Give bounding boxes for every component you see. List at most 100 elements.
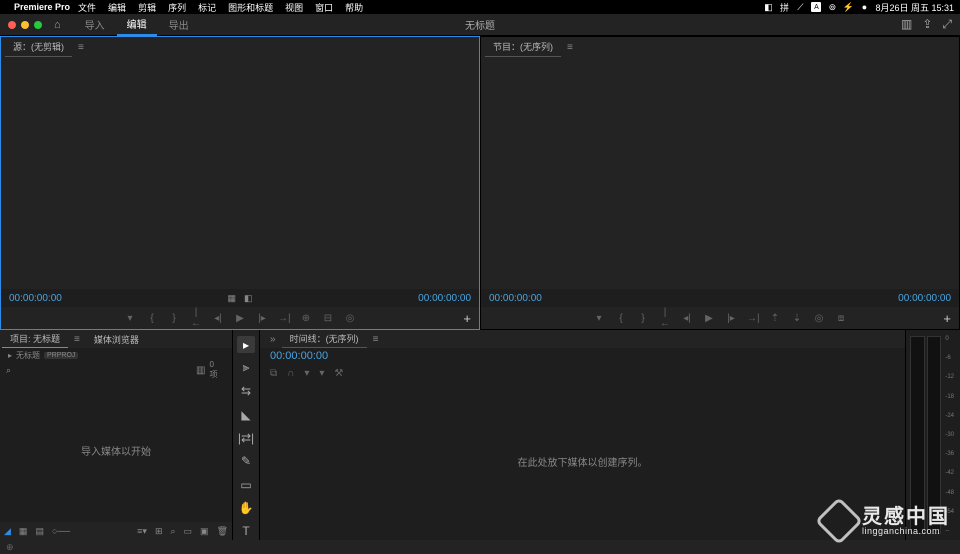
go-in-icon[interactable]: |← bbox=[659, 307, 671, 329]
program-tc-left[interactable]: 00:00:00:00 bbox=[489, 293, 542, 304]
go-in-icon[interactable]: |← bbox=[190, 307, 202, 329]
settings-icon[interactable]: ⚒ bbox=[334, 368, 343, 379]
pen-tool-icon[interactable]: ✎ bbox=[237, 453, 255, 470]
tab-edit[interactable]: 编辑 bbox=[117, 14, 157, 36]
source-tab[interactable]: 源：(无剪辑) bbox=[5, 37, 72, 57]
status-datetime[interactable]: 8月26日 周五 15:31 bbox=[875, 1, 954, 14]
fit-icon[interactable]: ▦ bbox=[227, 293, 236, 304]
tab-project[interactable]: 项目: 无标题 bbox=[2, 330, 68, 348]
new-bin-icon[interactable]: ▭ bbox=[184, 526, 193, 537]
close-window-icon[interactable] bbox=[8, 21, 16, 29]
add-marker-icon[interactable]: ▾ bbox=[593, 313, 605, 324]
play-icon[interactable]: ▶ bbox=[703, 313, 715, 324]
trash-icon[interactable]: 🗑 bbox=[217, 526, 228, 537]
home-icon[interactable]: ⌂ bbox=[54, 19, 61, 31]
link-icon[interactable]: ∩ bbox=[287, 368, 294, 379]
project-body[interactable]: 导入媒体以开始 bbox=[0, 378, 232, 522]
mark-out-icon[interactable]: } bbox=[168, 313, 180, 324]
step-back-icon[interactable]: ◂| bbox=[212, 313, 224, 324]
compare-icon[interactable]: ⧈ bbox=[835, 313, 847, 324]
bin-icon[interactable]: ▥ bbox=[196, 365, 205, 376]
menu-window[interactable]: 窗口 bbox=[315, 1, 333, 14]
track-select-tool-icon[interactable]: ⫸ bbox=[237, 359, 255, 376]
mark-out-icon[interactable]: } bbox=[637, 313, 649, 324]
meter-channel[interactable] bbox=[927, 336, 942, 534]
new-item-icon[interactable]: ▣ bbox=[200, 526, 209, 537]
lift-icon[interactable]: ⇡ bbox=[769, 313, 781, 324]
search-icon[interactable]: ⌕ bbox=[6, 365, 11, 376]
menu-sequence[interactable]: 序列 bbox=[168, 1, 186, 14]
icon-view-icon[interactable]: ▦ bbox=[19, 526, 28, 537]
mark-in-icon[interactable]: { bbox=[615, 313, 627, 324]
step-fwd-icon[interactable]: |▸ bbox=[256, 313, 268, 324]
add-marker-icon[interactable]: ▾ bbox=[124, 313, 136, 324]
mark-in-icon[interactable]: { bbox=[146, 313, 158, 324]
step-fwd-icon[interactable]: |▸ bbox=[725, 313, 737, 324]
snap-icon[interactable]: ⧉ bbox=[270, 368, 277, 379]
insert-icon[interactable]: ⊕ bbox=[300, 313, 312, 324]
source-tc-right[interactable]: 00:00:00:00 bbox=[418, 293, 471, 304]
zoom-window-icon[interactable] bbox=[34, 21, 42, 29]
source-canvas[interactable] bbox=[1, 57, 479, 289]
timeline-tc[interactable]: 00:00:00:00 bbox=[260, 348, 905, 364]
export-frame-icon[interactable]: ◎ bbox=[813, 313, 825, 324]
overwrite-icon[interactable]: ⊟ bbox=[322, 313, 334, 324]
timeline-body[interactable]: 在此处放下媒体以创建序列。 bbox=[260, 382, 905, 540]
chevron-down-icon[interactable]: ▾ bbox=[319, 368, 324, 379]
status-wifi-icon[interactable]: ⊚ bbox=[827, 2, 837, 12]
zoom-slider-icon[interactable]: ○── bbox=[52, 526, 70, 536]
menu-graphics[interactable]: 图形和标题 bbox=[228, 1, 273, 14]
ripple-edit-tool-icon[interactable]: ⇆ bbox=[237, 383, 255, 400]
collapse-icon[interactable]: ▸ bbox=[8, 351, 12, 360]
status-item-icon[interactable]: ⟋ bbox=[795, 2, 805, 12]
program-canvas[interactable] bbox=[481, 57, 959, 289]
type-tool-icon[interactable]: T bbox=[237, 523, 255, 540]
meter-channel[interactable] bbox=[910, 336, 925, 534]
find-icon[interactable]: ⌕ bbox=[170, 526, 175, 537]
status-control-icon[interactable]: ● bbox=[859, 2, 869, 12]
rectangle-tool-icon[interactable]: ▭ bbox=[237, 476, 255, 493]
menu-marker[interactable]: 标记 bbox=[198, 1, 216, 14]
quick-export-icon[interactable]: ▥ bbox=[901, 17, 912, 32]
slip-tool-icon[interactable]: |⇄| bbox=[237, 429, 255, 446]
panel-menu-icon[interactable]: ≡ bbox=[68, 334, 86, 345]
tab-import[interactable]: 导入 bbox=[75, 14, 115, 36]
app-name[interactable]: Premiere Pro bbox=[14, 2, 70, 12]
source-tc-left[interactable]: 00:00:00:00 bbox=[9, 293, 62, 304]
panel-menu-icon[interactable]: ≡ bbox=[72, 42, 90, 53]
timeline-tab[interactable]: 时间线：(无序列) bbox=[282, 330, 367, 348]
auto-seq-icon[interactable]: ⊞ bbox=[155, 526, 163, 537]
selection-tool-icon[interactable]: ▸ bbox=[237, 336, 255, 353]
marker-icon[interactable]: ▾ bbox=[304, 368, 309, 379]
play-icon[interactable]: ▶ bbox=[234, 313, 246, 324]
tab-media-browser[interactable]: 媒体浏览器 bbox=[86, 330, 147, 348]
panel-menu-icon[interactable]: » bbox=[264, 334, 282, 345]
step-back-icon[interactable]: ◂| bbox=[681, 313, 693, 324]
tab-export[interactable]: 导出 bbox=[159, 14, 199, 36]
program-tc-right[interactable]: 00:00:00:00 bbox=[898, 293, 951, 304]
export-frame-icon[interactable]: ◎ bbox=[344, 313, 356, 324]
sort-icon[interactable]: ≡▾ bbox=[137, 526, 147, 537]
status-battery-icon[interactable]: ⚡ bbox=[843, 2, 853, 12]
menu-help[interactable]: 帮助 bbox=[345, 1, 363, 14]
menu-edit[interactable]: 编辑 bbox=[108, 1, 126, 14]
razor-tool-icon[interactable]: ◣ bbox=[237, 406, 255, 423]
status-keyboard-icon[interactable]: A bbox=[811, 2, 821, 12]
menu-file[interactable]: 文件 bbox=[78, 1, 96, 14]
share-icon[interactable]: ⇪ bbox=[922, 17, 932, 32]
menu-clip[interactable]: 剪辑 bbox=[138, 1, 156, 14]
program-tab[interactable]: 节目：(无序列) bbox=[485, 37, 561, 57]
freeform-icon[interactable]: ▤ bbox=[35, 526, 44, 537]
status-lang-icon[interactable]: 拼 bbox=[779, 2, 789, 12]
status-item-icon[interactable]: ◧ bbox=[763, 2, 773, 12]
minimize-window-icon[interactable] bbox=[21, 21, 29, 29]
add-transport-button-icon[interactable]: + bbox=[463, 311, 471, 326]
add-transport-button-icon[interactable]: + bbox=[943, 311, 951, 326]
go-out-icon[interactable]: →| bbox=[278, 313, 290, 324]
panel-menu-icon[interactable]: ≡ bbox=[561, 42, 579, 53]
status-indicator-icon[interactable]: ⊕ bbox=[6, 542, 14, 553]
zoom-icon[interactable]: ◧ bbox=[244, 293, 253, 304]
hand-tool-icon[interactable]: ✋ bbox=[237, 499, 255, 516]
extract-icon[interactable]: ⇣ bbox=[791, 313, 803, 324]
list-view-icon[interactable]: ◢ bbox=[4, 526, 11, 537]
